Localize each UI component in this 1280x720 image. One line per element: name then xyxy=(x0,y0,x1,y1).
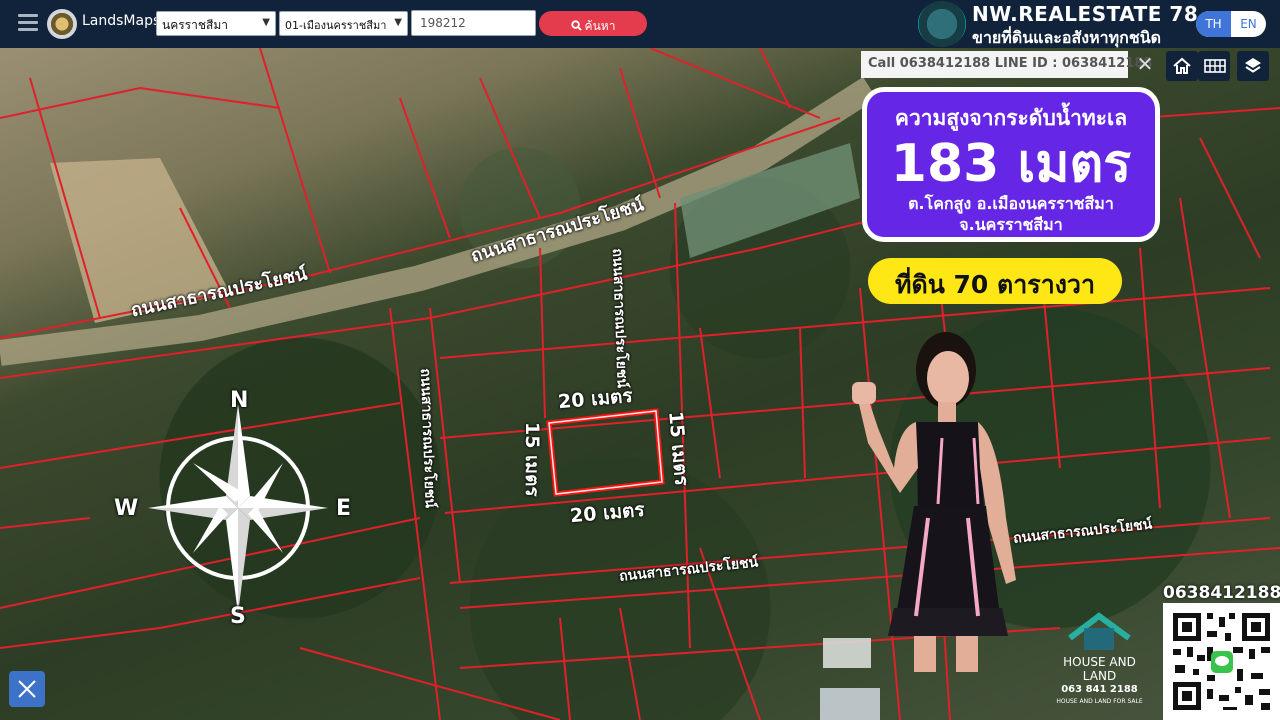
district-select[interactable]: 01-เมืองนครราชสีมา ▼ xyxy=(279,11,408,36)
language-toggle: TH EN xyxy=(1196,11,1266,37)
ruler-icon xyxy=(18,680,36,698)
call-strip: Call 0638412188 LINE ID : 0638412188 xyxy=(861,51,1152,78)
province-select-value: นครราชสีมา xyxy=(162,18,228,32)
hamburger-icon[interactable] xyxy=(18,14,38,32)
dimension-right: 15 เมตร xyxy=(664,410,693,487)
lang-th-button[interactable]: TH xyxy=(1196,11,1231,37)
house-and-land-logo: HOUSE AND LAND 063 841 2188 HOUSE AND LA… xyxy=(1052,612,1147,712)
home-button[interactable] xyxy=(1166,51,1198,81)
compass-e: E xyxy=(336,496,352,521)
dimension-left: 15 เมตร xyxy=(521,422,543,497)
search-icon xyxy=(570,19,582,31)
house-and-land-text: HOUSE AND LAND xyxy=(1063,655,1136,683)
qr-code[interactable] xyxy=(1163,603,1280,720)
compass-n: N xyxy=(230,388,249,413)
top-bar: LandsMaps นครราชสีมา ▼ 01-เมืองนครราชสีม… xyxy=(0,0,1280,48)
layers-button[interactable] xyxy=(1237,51,1269,81)
nw-title: NW.REALESTATE 78 xyxy=(972,2,1199,26)
land-area-badge: ที่ดิน 70 ตารางวา xyxy=(868,258,1122,304)
chevron-down-icon: ▼ xyxy=(262,17,270,28)
agent-photo xyxy=(852,332,1016,672)
lang-en-button[interactable]: EN xyxy=(1231,11,1266,37)
house-roof-icon xyxy=(1068,612,1131,650)
compass-s: S xyxy=(230,604,246,629)
elevation-value: 183 เมตร xyxy=(890,134,1132,194)
compass-icon xyxy=(148,404,328,614)
close-icon[interactable]: ✕ xyxy=(1131,51,1159,78)
grid-icon xyxy=(1204,59,1226,73)
search-button[interactable]: ค้นหา xyxy=(539,11,647,36)
house-and-land-phone: 063 841 2188 xyxy=(1061,684,1138,695)
elevation-heading: ความสูงจากระดับน้ำทะเล xyxy=(894,106,1128,130)
nw-subtitle: ขายที่ดินและอสังหาทุกชนิด xyxy=(972,28,1162,47)
province-select[interactable]: นครราชสีมา ▼ xyxy=(156,11,276,36)
chevron-down-icon: ▼ xyxy=(394,17,402,28)
contact-phone: 0638412188 xyxy=(1163,583,1280,603)
search-button-label: ค้นหา xyxy=(584,18,616,33)
parcel-number-input[interactable] xyxy=(411,10,536,36)
brand-name: LandsMaps xyxy=(82,13,161,29)
location-province: จ.นครราชสีมา xyxy=(959,215,1063,234)
landsmaps-logo xyxy=(47,9,77,39)
grid-button[interactable] xyxy=(1198,51,1230,81)
nw-realestate-logo xyxy=(918,1,966,47)
location-subdistrict: ต.โคกสูง อ.เมืองนครราชสีมา xyxy=(908,194,1114,213)
home-icon xyxy=(1173,57,1191,74)
district-select-value: 01-เมืองนครราชสีมา xyxy=(285,19,387,32)
elevation-info-card: ความสูงจากระดับน้ำทะเล 183 เมตร ต.โคกสูง… xyxy=(862,87,1160,242)
measure-tool-button[interactable] xyxy=(9,671,45,707)
house-and-land-small: HOUSE AND LAND FOR SALE xyxy=(1056,698,1143,705)
compass-w: W xyxy=(114,496,139,521)
layers-icon xyxy=(1245,58,1261,73)
